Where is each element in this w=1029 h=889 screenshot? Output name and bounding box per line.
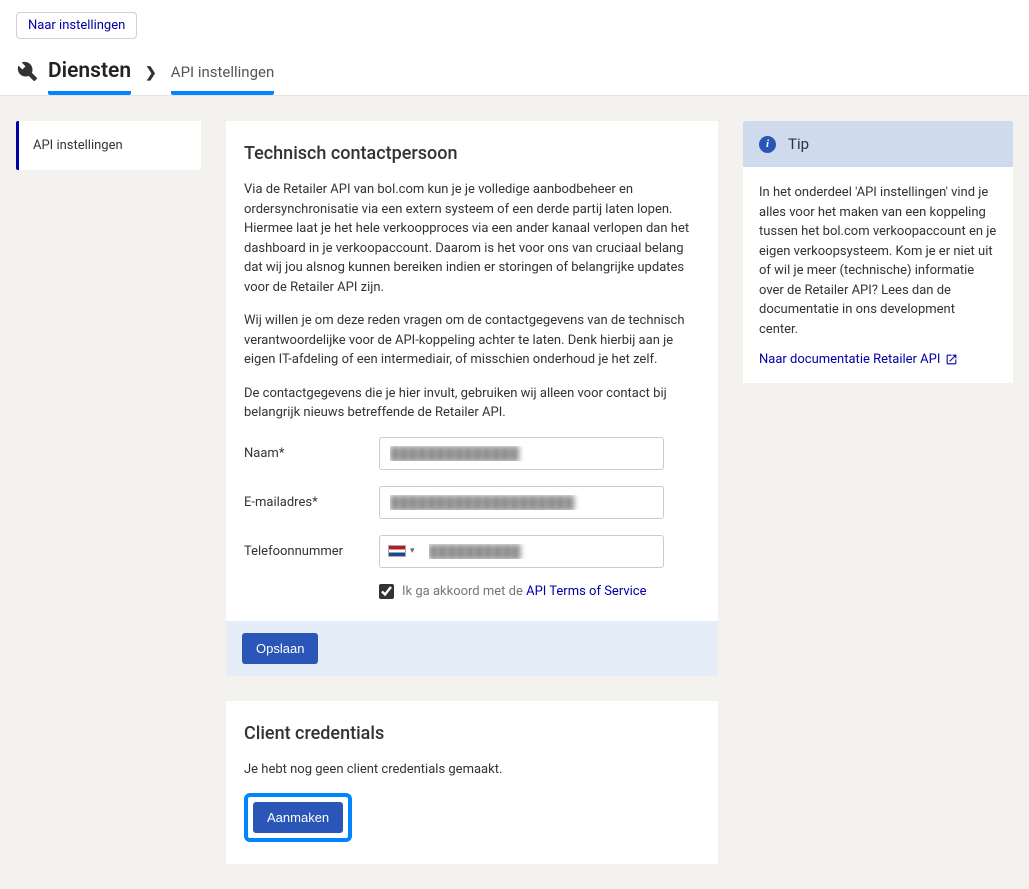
create-button-highlight: Aanmaken	[244, 793, 352, 842]
name-input[interactable]	[379, 437, 664, 470]
email-input[interactable]	[379, 486, 664, 519]
top-bar: Naar instellingen	[0, 0, 1029, 51]
back-to-settings-link[interactable]: Naar instellingen	[16, 12, 137, 39]
info-icon: i	[759, 136, 776, 153]
page-header: Diensten ❯ API instellingen	[0, 51, 1029, 96]
tip-header: i Tip	[743, 121, 1013, 167]
save-button[interactable]: Opslaan	[242, 633, 318, 664]
tip-docs-link[interactable]: Naar documentatie Retailer API	[759, 352, 958, 367]
tip-title: Tip	[788, 135, 809, 153]
name-row: Naam*	[244, 437, 700, 470]
contact-para-2: Wij willen je om deze reden vragen om de…	[244, 311, 700, 370]
chevron-down-icon: ▾	[410, 546, 415, 556]
terms-checkbox[interactable]	[379, 584, 394, 599]
name-label: Naam*	[244, 446, 379, 461]
flag-nl-icon	[388, 545, 406, 557]
credentials-panel: Client credentials Je hebt nog geen clie…	[226, 701, 718, 865]
breadcrumb-sub: API instellingen	[171, 63, 274, 95]
phone-wrapper: ▾	[379, 535, 664, 568]
create-button[interactable]: Aanmaken	[253, 802, 343, 833]
external-link-icon	[945, 353, 958, 366]
tools-icon	[16, 60, 38, 82]
contact-footer: Opslaan	[226, 621, 718, 676]
tip-link-text: Naar documentatie Retailer API	[759, 352, 940, 367]
sidebar-item-api-settings[interactable]: API instellingen	[16, 121, 201, 170]
contact-title: Technisch contactpersoon	[244, 143, 700, 164]
phone-country-selector[interactable]: ▾	[380, 545, 423, 557]
tip-text: In het onderdeel 'API instellingen' vind…	[759, 183, 997, 339]
tip-body: In het onderdeel 'API instellingen' vind…	[743, 167, 1013, 383]
phone-input[interactable]	[423, 536, 663, 567]
phone-row: Telefoonnummer ▾	[244, 535, 700, 568]
contact-para-3: De contactgegevens die je hier invult, g…	[244, 384, 700, 423]
aside: i Tip In het onderdeel 'API instellingen…	[743, 121, 1013, 383]
phone-label: Telefoonnummer	[244, 544, 379, 559]
sidebar: API instellingen	[16, 121, 201, 170]
tip-panel: i Tip In het onderdeel 'API instellingen…	[743, 121, 1013, 383]
contact-para-1: Via de Retailer API van bol.com kun je j…	[244, 180, 700, 297]
credentials-empty-text: Je hebt nog geen client credentials gema…	[244, 760, 700, 780]
terms-row: Ik ga akkoord met de API Terms of Servic…	[379, 584, 700, 599]
chevron-right-icon: ❯	[145, 65, 157, 93]
credentials-title: Client credentials	[244, 723, 700, 744]
main-column: Technisch contactpersoon Via de Retailer…	[226, 121, 718, 864]
breadcrumb-main[interactable]: Diensten	[48, 59, 131, 95]
breadcrumb: Diensten ❯ API instellingen	[48, 59, 274, 95]
terms-prefix: Ik ga akkoord met de	[402, 584, 526, 599]
email-label: E-mailadres*	[244, 495, 379, 510]
layout: API instellingen Technisch contactpersoo…	[0, 96, 1029, 889]
email-row: E-mailadres*	[244, 486, 700, 519]
terms-link[interactable]: API Terms of Service	[526, 584, 646, 599]
contact-panel: Technisch contactpersoon Via de Retailer…	[226, 121, 718, 676]
